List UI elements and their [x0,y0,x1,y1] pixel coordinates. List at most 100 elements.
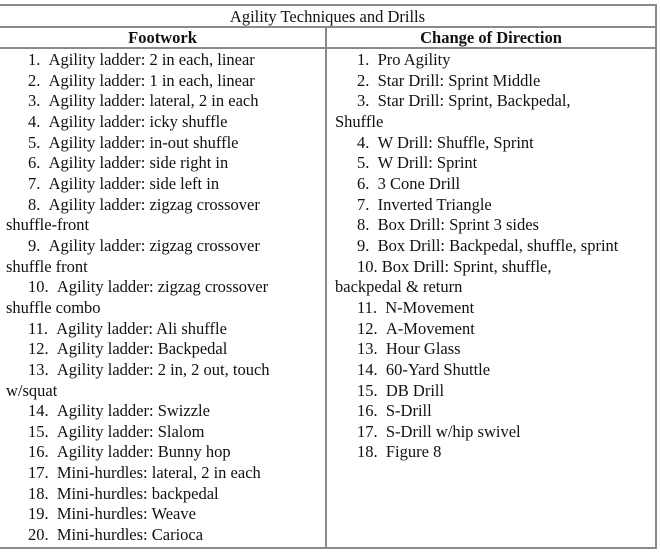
list-item: 12. A-Movement [357,319,655,340]
item-number: 11. [28,318,49,338]
list-item: 3. Star Drill: Sprint, Backpedal, [357,91,655,112]
item-number: 9. [28,235,41,255]
list-item: 15. Agility ladder: Slalom [28,422,325,443]
list-item: 9. Box Drill: Backpedal, shuffle, sprint [357,236,655,257]
item-text: Mini-hurdles: Carioca [56,525,204,545]
item-number: 5. [357,153,370,173]
item-number: 1. [28,50,41,69]
list-item: 19. Mini-hurdles: Weave [28,504,325,525]
list-item: 3. Agility ladder: lateral, 2 in each [28,91,325,112]
item-number: 12. [357,318,378,338]
item-number: 13. [28,359,49,379]
item-text: Agility ladder: side left in [48,173,220,193]
list-item: 15. DB Drill [357,381,655,402]
item-number: 14. [357,359,378,379]
list-item: 16. S-Drill [357,401,655,422]
item-number: 17. [28,463,49,483]
change-of-direction-column: 1. Pro Agility 2. Star Drill: Sprint Midd… [325,49,655,547]
item-text: S-Drill [385,401,432,421]
item-spacer [378,442,386,461]
list-item: 14. 60-Yard Shuttle [357,360,655,381]
header-footwork: Footwork [128,28,197,47]
item-text: Agility ladder: side right in [48,153,229,173]
item-spacer [378,422,386,441]
item-text: Agility ladder: zigzag crossover [56,277,269,297]
item-spacer [369,71,377,90]
list-item: 8. Box Drill: Sprint 3 sides [357,215,655,236]
item-number: 17. [357,421,378,441]
list-item: 8. Agility ladder: zigzag crossover [28,195,325,216]
item-spacer [49,484,57,503]
list-item: 17. S-Drill w/hip swivel [357,422,655,443]
item-spacer [40,153,48,172]
item-number: 8. [357,215,370,235]
list-item: 12. Agility ladder: Backpedal [28,339,325,360]
item-spacer [40,133,48,152]
item-number: 14. [28,401,49,421]
header-row: Footwork Change of Direction [0,28,655,49]
item-text: Agility ladder: 1 in each, linear [48,70,255,90]
item-number: 10. [28,277,49,297]
list-item: 18. Mini-hurdles: backpedal [28,484,325,505]
list-item: 13. Agility ladder: 2 in, 2 out, touch [28,360,325,381]
item-spacer [40,91,48,110]
item-spacer [49,339,57,358]
item-text: 60-Yard Shuttle [385,359,491,379]
item-number: 2. [357,70,370,90]
item-number: 11. [357,297,378,317]
footwork-list: 1. Agility ladder: 2 in each, linear 2. A… [0,49,325,546]
item-number: 20. [28,525,49,545]
item-number: 12. [28,339,49,359]
table-title: Agility Techniques and Drills [0,6,655,28]
item-number: 18. [357,442,378,462]
item-number: 3. [357,91,370,111]
item-text: Agility ladder: icky shuffle [48,111,228,131]
item-number: 7. [357,194,370,214]
item-text: Agility ladder: zigzag crossover [48,235,260,255]
list-item: 20. Mini-hurdles: Carioca [28,525,325,546]
item-spacer [49,463,57,482]
item-spacer [369,174,377,193]
item-number: 3. [28,91,41,111]
item-spacer [40,236,48,255]
item-text: Mini-hurdles: Weave [56,504,196,524]
list-item-continuation: shuffle front [6,256,88,276]
item-text: Inverted Triangle [377,194,492,214]
list-item: 1. Agility ladder: 2 in each, linear [28,50,325,71]
item-text: 3 Cone Drill [377,173,461,193]
list-item-continuation: backpedal & return [335,277,463,297]
item-spacer [378,401,386,420]
item-spacer [40,50,48,69]
item-spacer [49,277,57,296]
item-number: 19. [28,504,49,524]
list-item: 2. Agility ladder: 1 in each, linear [28,71,325,92]
item-text: Box Drill: Sprint 3 sides [377,215,539,235]
item-spacer [369,195,377,214]
item-number: 4. [357,132,370,152]
item-text: Mini-hurdles: lateral, 2 in each [56,463,261,483]
item-spacer [49,525,57,544]
item-text: Hour Glass [385,339,461,359]
list-item: 6. 3 Cone Drill [357,174,655,195]
item-spacer [378,360,386,379]
list-item: 11. N-Movement [357,298,655,319]
item-text: Box Drill: Sprint, shuffle, [381,256,552,276]
item-spacer [49,504,57,523]
list-item: 4. W Drill: Shuffle, Sprint [357,133,655,154]
list-item: 7. Inverted Triangle [357,195,655,216]
item-number: 1. [357,50,370,69]
list-item: 2. Star Drill: Sprint Middle [357,71,655,92]
item-text: A-Movement [385,318,475,338]
item-spacer [40,195,48,214]
footwork-column: 1. Agility ladder: 2 in each, linear 2. A… [0,49,325,547]
item-spacer [369,133,377,152]
item-number: 15. [357,380,378,400]
item-number: 13. [357,339,378,359]
item-text: S-Drill w/hip swivel [385,421,521,441]
item-text: Star Drill: Sprint Middle [377,70,541,90]
item-number: 6. [357,173,370,193]
item-text: W Drill: Shuffle, Sprint [377,132,534,152]
item-text: N-Movement [385,297,475,317]
list-item: 10. Agility ladder: zigzag crossover [28,277,325,298]
item-text: DB Drill [385,380,445,400]
